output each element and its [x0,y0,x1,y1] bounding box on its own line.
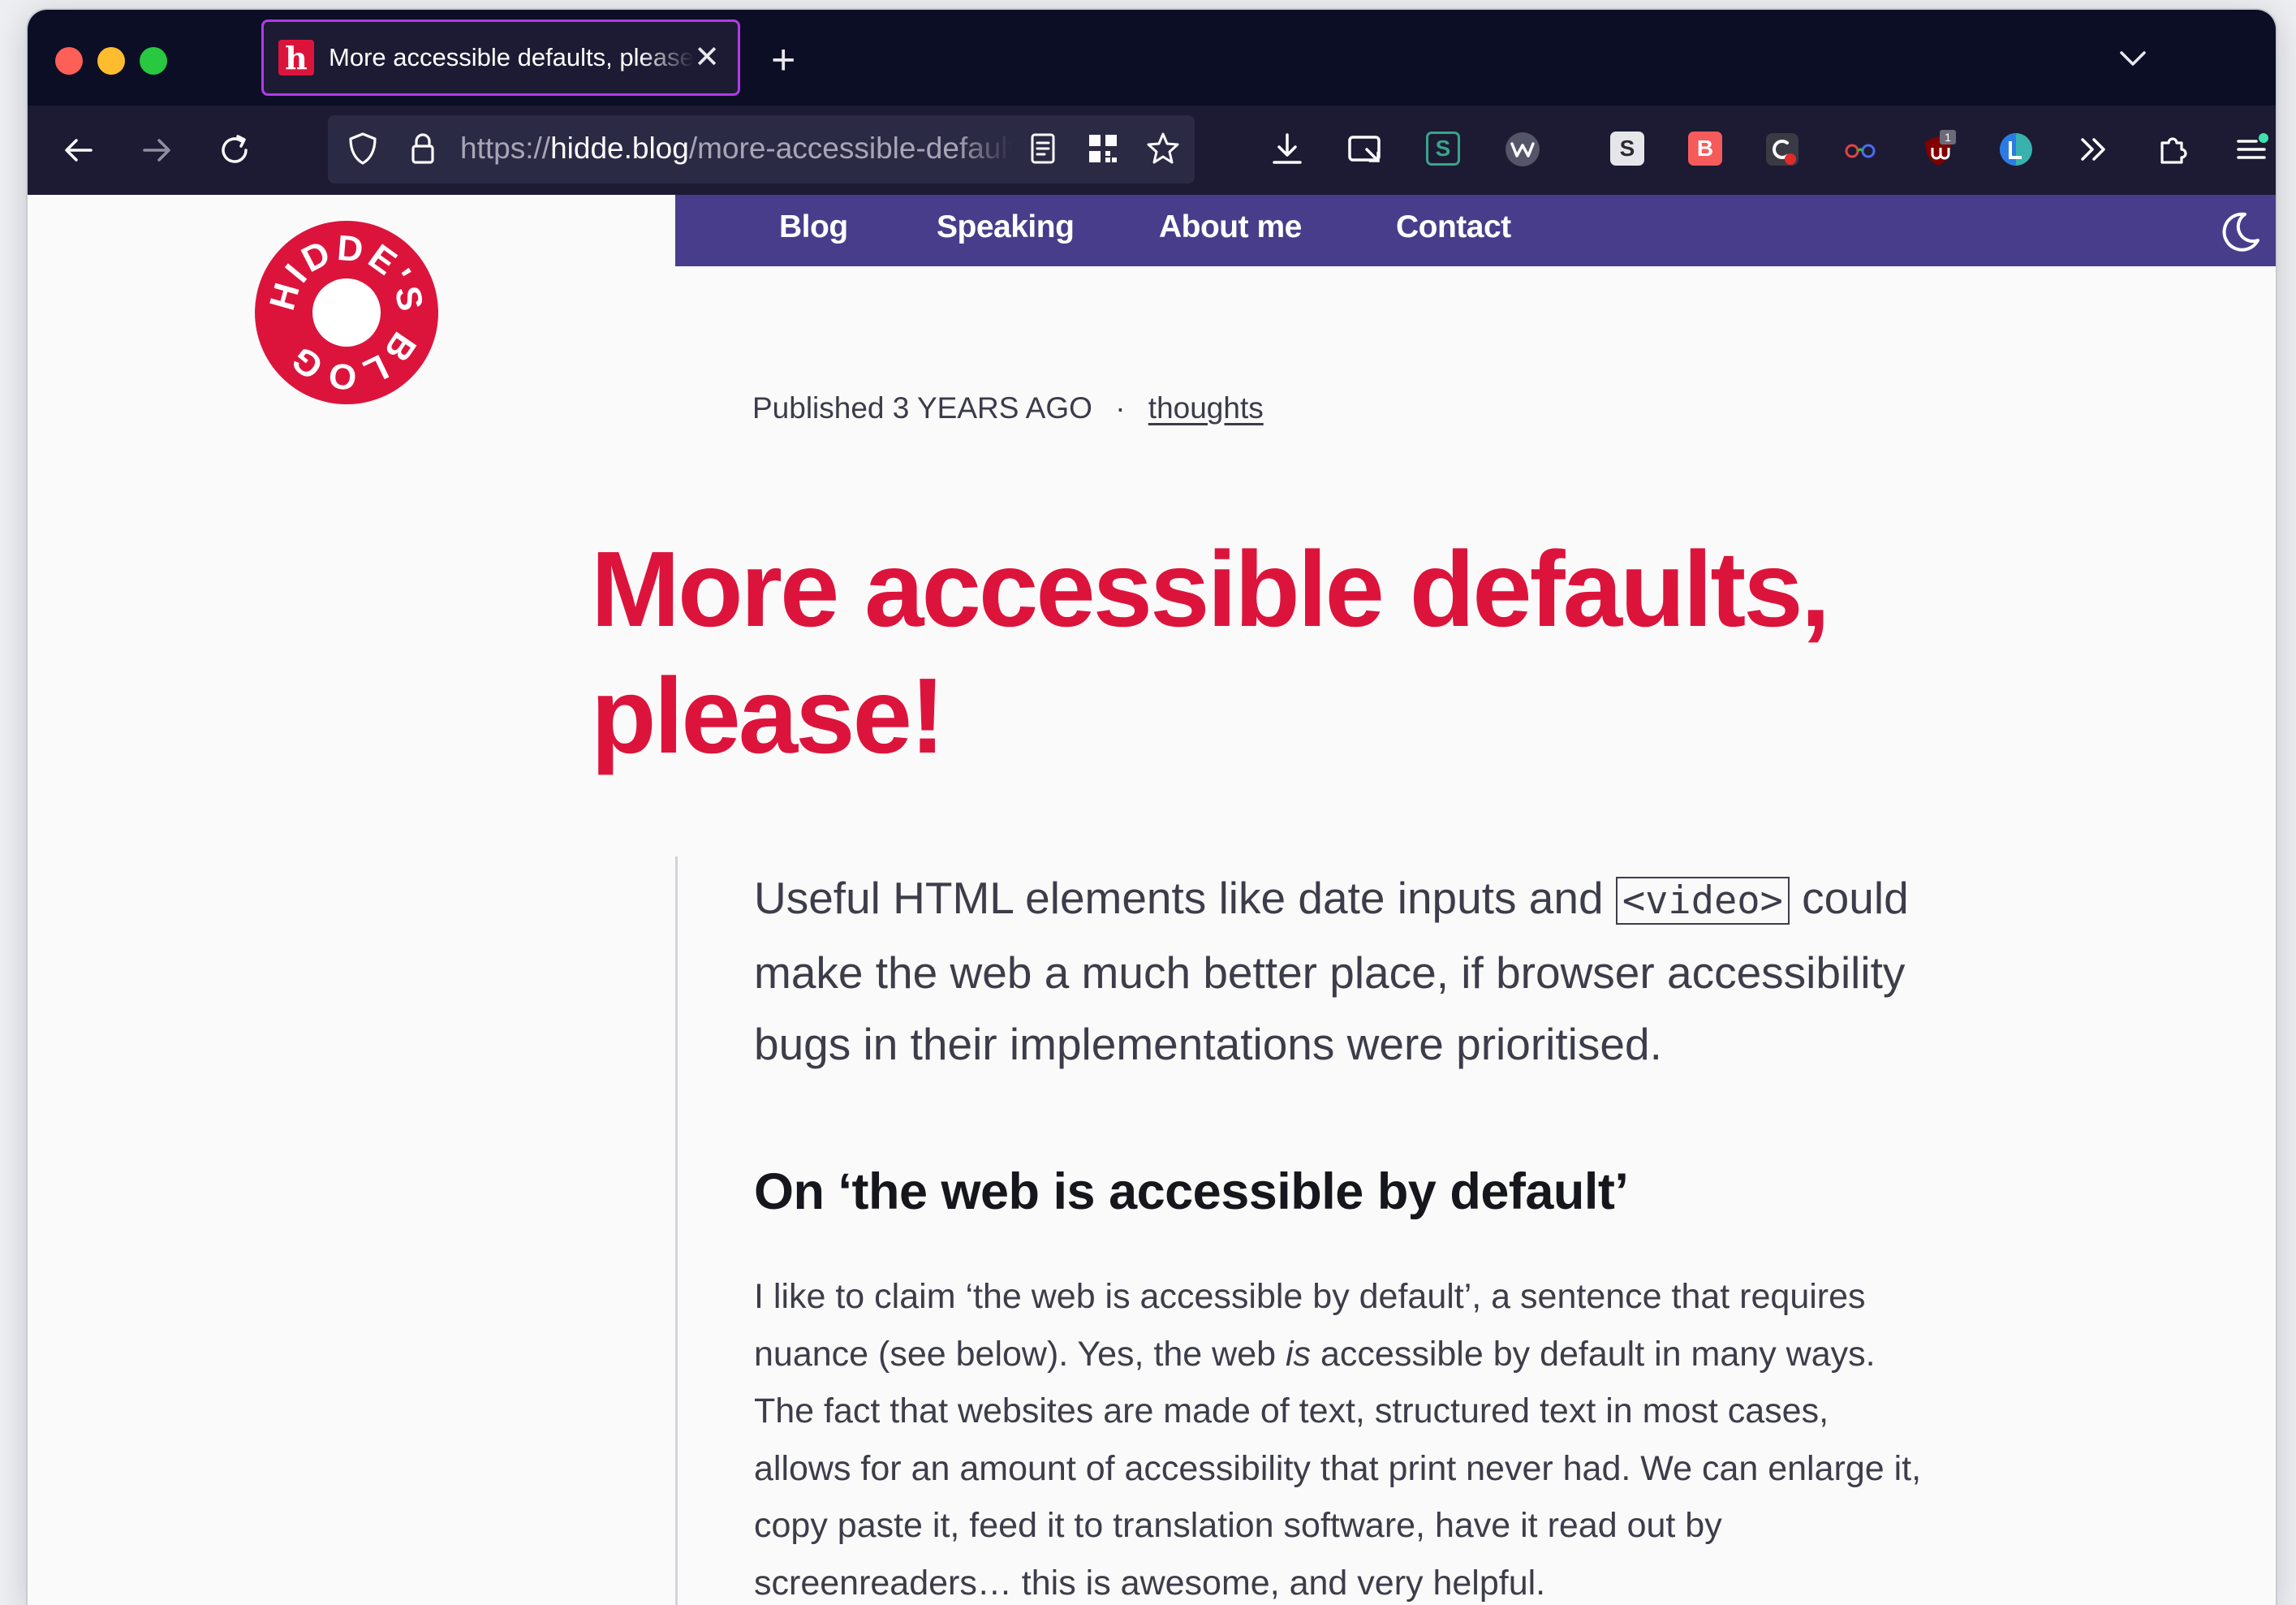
post-intro: Useful HTML elements like date inputs an… [754,873,1909,1069]
nav-link-blog[interactable]: Blog [779,209,848,245]
forward-arrow-icon[interactable] [138,132,175,169]
published-age: 3 YEARS AGO [892,391,1092,425]
back-arrow-icon[interactable] [60,132,97,169]
post-meta: Published 3 YEARS AGO · thoughts [752,391,1264,425]
reader-view-icon[interactable] [1024,130,1062,167]
extensions-puzzle-icon[interactable] [2154,130,2193,169]
minimize-window-button[interactable] [97,47,125,75]
reload-icon[interactable] [216,132,253,169]
close-window-button[interactable] [55,47,83,75]
list-all-tabs-icon[interactable] [2117,42,2149,75]
url-bar[interactable]: https://hidde.blog/more-accessible-defau… [328,115,1195,183]
overflow-chevrons-icon[interactable] [2074,130,2113,169]
nav-link-speaking[interactable]: Speaking [937,209,1075,245]
active-tab[interactable]: h More accessible defaults, please! ✕ [261,19,740,96]
s-extension-icon[interactable]: S [1610,132,1644,166]
download-icon[interactable] [1268,130,1307,169]
new-tab-button[interactable]: + [771,39,795,81]
qr-code-icon[interactable] [1084,130,1122,167]
body-paragraph: I like to claim ‘the web is accessible b… [754,1277,1922,1603]
content-left-rule [675,856,678,1605]
site-navigation: Blog Speaking About me Contact [675,195,2276,266]
meta-separator: · [1115,391,1126,425]
glasses-icon[interactable] [1841,130,1880,169]
stylus-s-icon[interactable]: S [1426,132,1460,166]
site-favicon-icon: h [278,40,314,76]
section-heading: On ‘the web is accessible by default’ [754,1163,1629,1220]
dark-mode-toggle-moon-icon[interactable] [2216,208,2264,257]
app-menu-icon[interactable] [2232,130,2271,169]
tab-strip: h More accessible defaults, please! ✕ + [28,10,2276,106]
navigation-toolbar: https://hidde.blog/more-accessible-defau… [28,106,2276,195]
w-extension-icon[interactable] [1503,130,1542,169]
tab-close-icon[interactable]: ✕ [694,40,720,76]
web-page: Blog Speaking About me Contact HIDDE'S B… [28,195,2276,1605]
ublock-icon[interactable]: 1 [1919,130,1958,169]
globe-extension-icon[interactable] [1997,130,2035,169]
tracking-protection-shield-icon[interactable] [344,130,381,167]
screenshot-icon[interactable] [1346,130,1385,169]
bookmark-star-icon[interactable] [1144,130,1182,167]
c-extension-icon[interactable] [1763,130,1802,169]
tab-title: More accessible defaults, please! [329,43,694,71]
url-text[interactable]: https://hidde.blog/more-accessible-defau… [460,132,1012,166]
zoom-window-button[interactable] [140,47,167,75]
browser-window: h More accessible defaults, please! ✕ + … [28,10,2276,1605]
nav-link-contact[interactable]: Contact [1396,209,1511,245]
b-extension-icon[interactable]: B [1688,132,1722,166]
published-label: Published [752,391,885,425]
site-logo[interactable]: HIDDE'S BLOG [253,219,440,406]
tag-link-thoughts[interactable]: thoughts [1148,391,1264,425]
post-title: More accessible defaults, please! [591,529,1830,775]
video-code-snippet: <video> [1615,877,1790,925]
svg-text:1: 1 [1945,131,1951,144]
nav-link-about-me[interactable]: About me [1159,209,1302,245]
lock-icon[interactable] [404,130,442,167]
